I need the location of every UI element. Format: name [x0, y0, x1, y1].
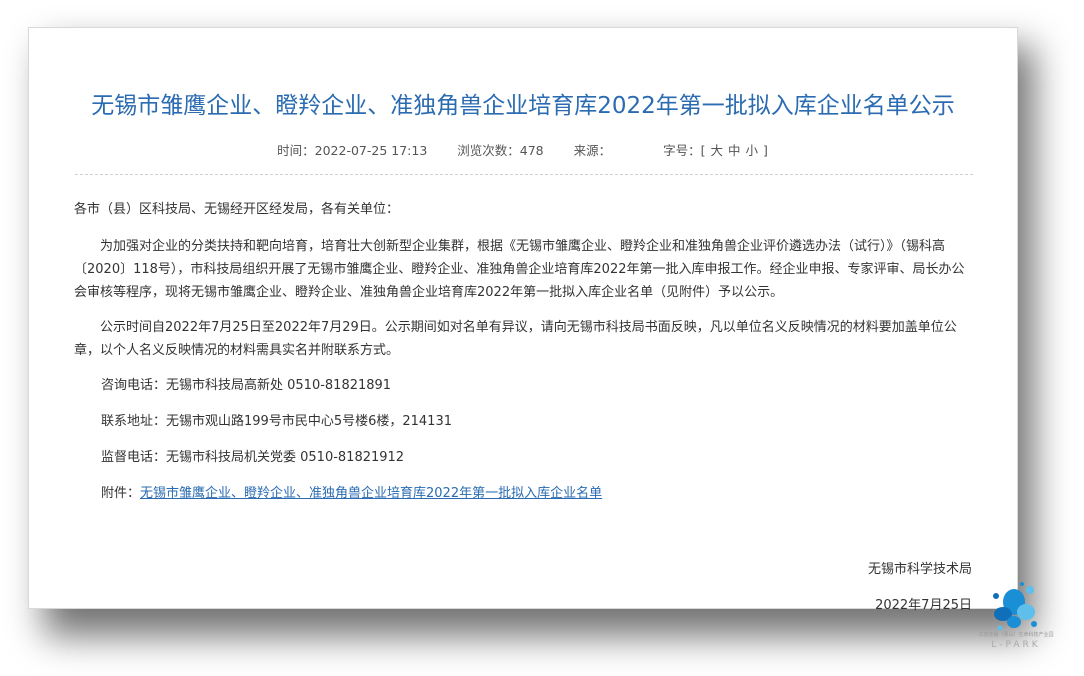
salutation: 各市（县）区科技局、无锡经开区经发局，各有关单位： — [74, 202, 400, 217]
fontsize-medium-button[interactable]: 中 — [728, 143, 742, 158]
fontsize-open-bracket: [ — [700, 143, 707, 158]
article-body: 各市（县）区科技局、无锡经开区经发局，各有关单位： 为加强对企业的分类扶持和靶向… — [74, 198, 974, 518]
article-meta: 时间：2022-07-25 17:13 浏览次数：478 来源： 字号：[ 大 … — [29, 140, 1017, 159]
time-value: 2022-07-25 17:13 — [314, 143, 428, 158]
supervise-phone: 监督电话：无锡市科技局机关党委 0510-81821912 — [101, 450, 405, 465]
page: 无锡市雏鹰企业、瞪羚企业、准独角兽企业培育库2022年第一批拟入库企业名单公示 … — [0, 0, 1084, 676]
fontsize-small-button[interactable]: 小 — [745, 143, 759, 158]
source-label: 来源： — [573, 143, 612, 158]
fontsize-close-bracket: ] — [762, 143, 769, 158]
paragraph-1: 为加强对企业的分类扶持和靶向培育，培育壮大创新型企业集群，根据《无锡市雏鹰企业、… — [74, 239, 965, 300]
watermark-caption: 江苏无锡（惠山）生命科技产业园 — [978, 632, 1054, 638]
signature: 无锡市科学技术局 — [867, 562, 972, 577]
article-card: 无锡市雏鹰企业、瞪羚企业、准独角兽企业培育库2022年第一批拟入库企业名单公示 … — [28, 27, 1018, 613]
title-divider — [75, 174, 973, 175]
views-label: 浏览次数： — [457, 143, 520, 158]
consult-phone: 咨询电话：无锡市科技局高新处 0510-81821891 — [101, 378, 392, 393]
article-title: 无锡市雏鹰企业、瞪羚企业、准独角兽企业培育库2022年第一批拟入库企业名单公示 — [91, 93, 955, 119]
watermark-brand: L-PARK — [991, 640, 1041, 650]
fontsize-large-button[interactable]: 大 — [710, 143, 724, 158]
fontsize-label: 字号： — [663, 143, 701, 158]
attachment-label: 附件： — [101, 486, 141, 501]
time-label: 时间： — [277, 143, 315, 158]
attachment-row: 附件：无锡市雏鹰企业、瞪羚企业、准独角兽企业培育库2022年第一批拟入库企业名单 — [74, 482, 974, 505]
contact-address: 联系地址：无锡市观山路199号市民中心5号楼6楼，214131 — [101, 414, 452, 429]
paragraph-2: 公示时间自2022年7月25日至2022年7月29日。公示期间如对名单有异议，请… — [74, 320, 957, 358]
publish-date: 2022年7月25日 — [875, 598, 972, 613]
views-value: 478 — [519, 143, 544, 158]
attachment-link[interactable]: 无锡市雏鹰企业、瞪羚企业、准独角兽企业培育库2022年第一批拟入库企业名单 — [140, 486, 602, 501]
